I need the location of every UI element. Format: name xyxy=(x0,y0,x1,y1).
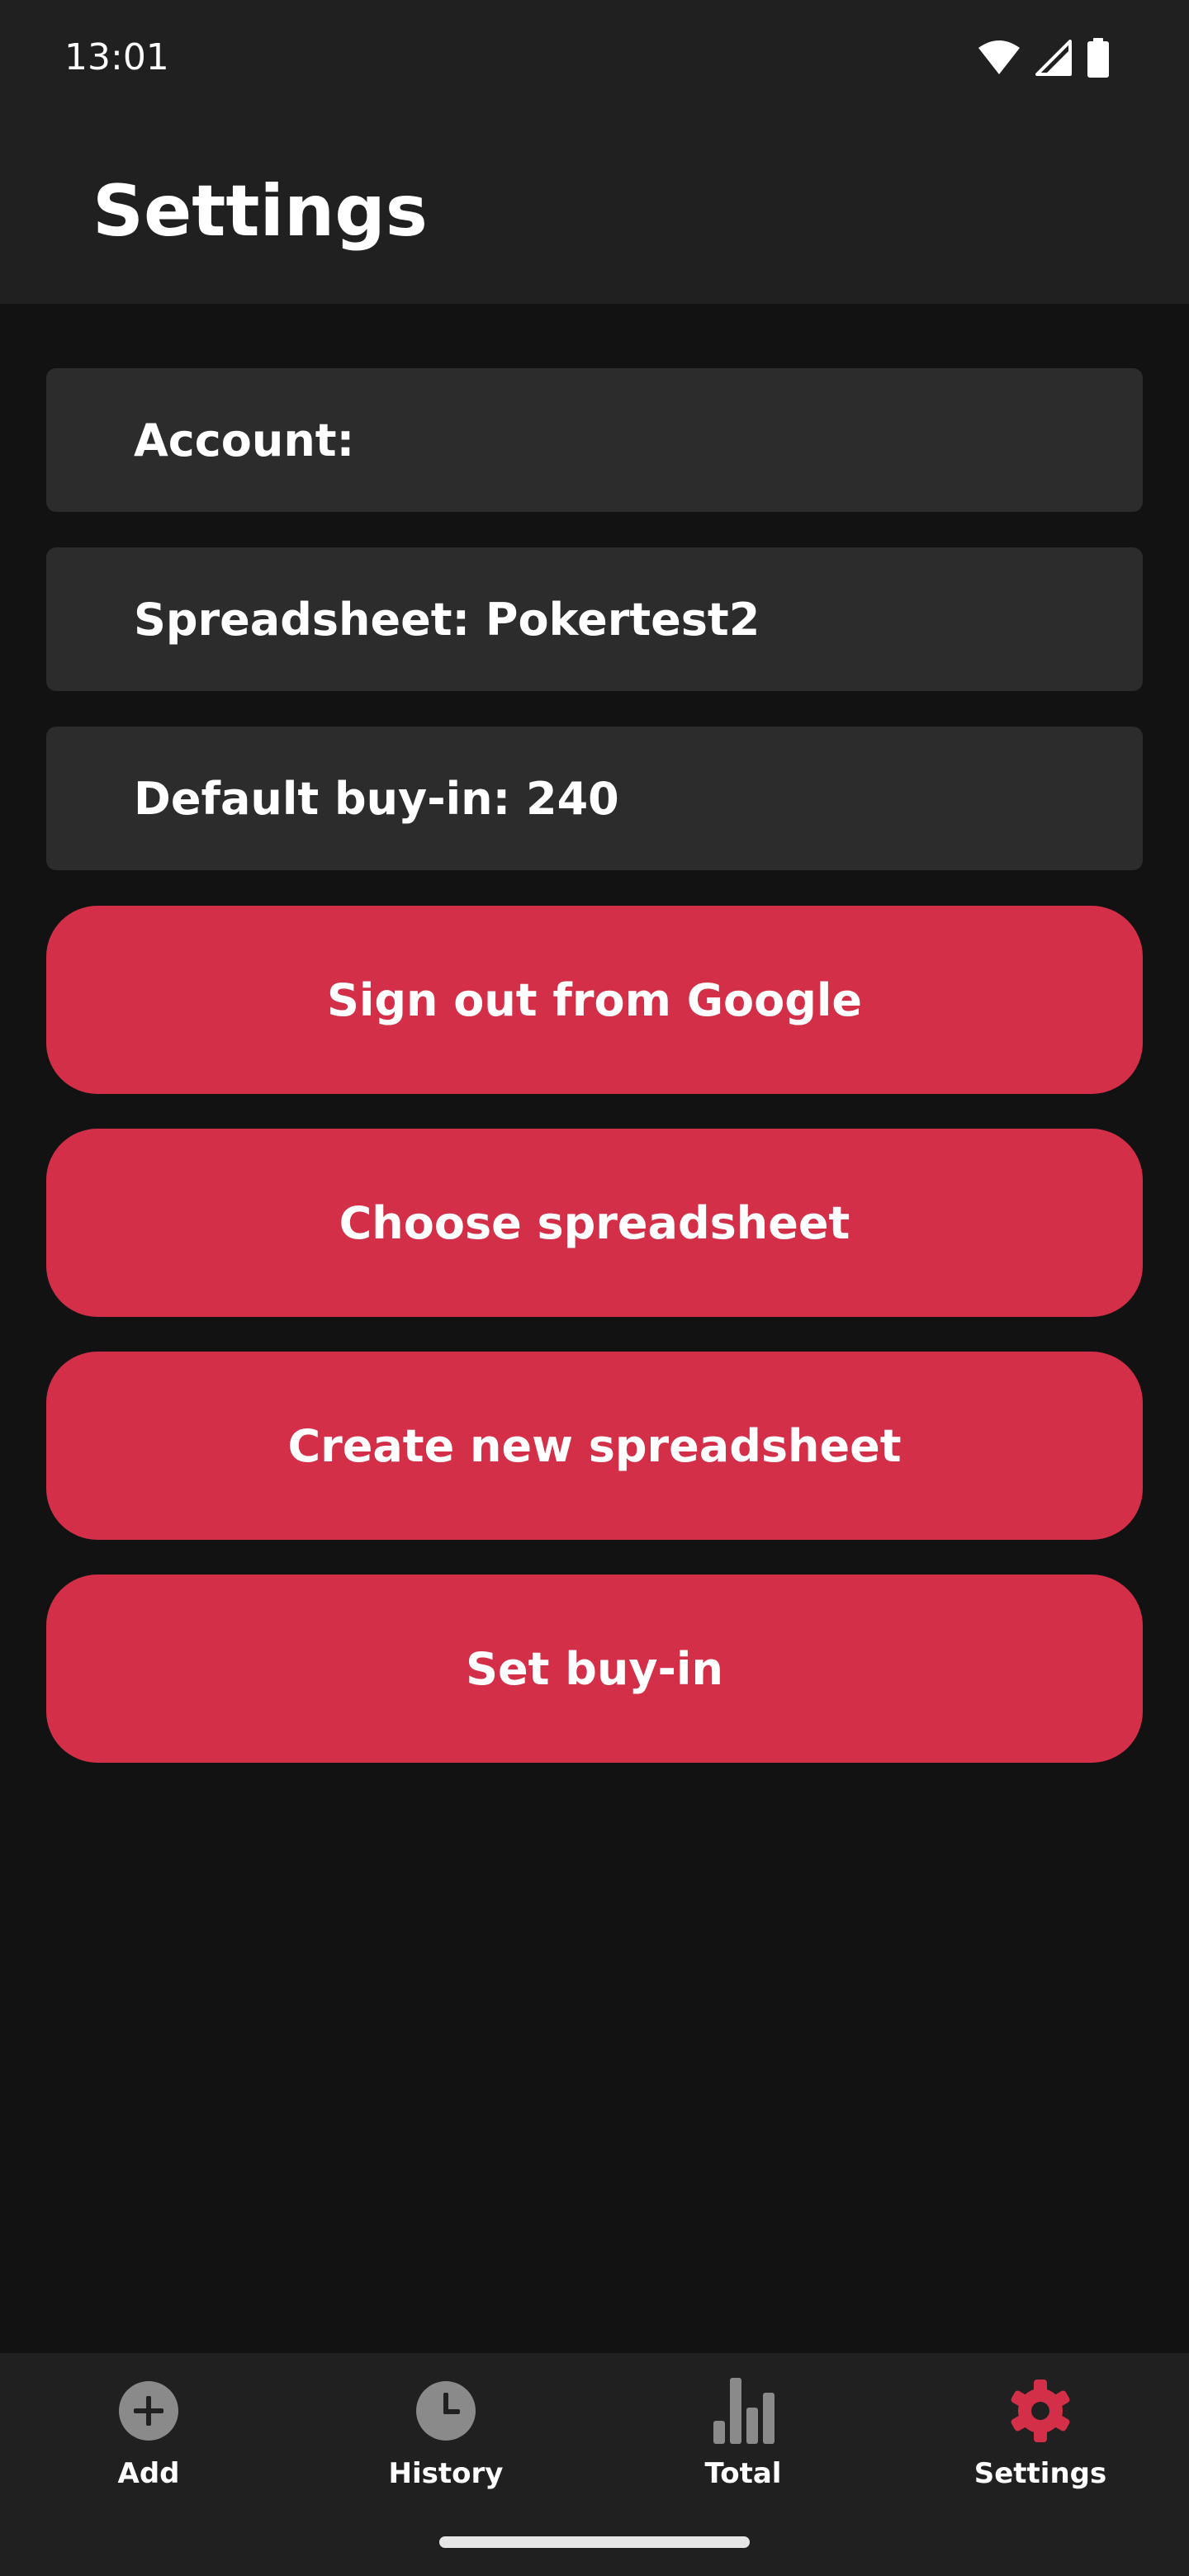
nav-label-history: History xyxy=(388,2457,504,2490)
account-row: Account: xyxy=(46,368,1143,512)
home-indicator[interactable] xyxy=(439,2536,750,2548)
default-buy-in-row: Default buy-in: 240 xyxy=(46,727,1143,870)
settings-screen: 13:01 Settings Account: Spreadsheet: Pok… xyxy=(0,0,1189,2576)
account-label: Account: xyxy=(134,414,371,466)
nav-label-total: Total xyxy=(704,2457,782,2490)
status-icons xyxy=(978,36,1110,79)
status-time: 13:01 xyxy=(64,36,169,78)
nav-item-total[interactable]: Total xyxy=(594,2378,892,2518)
nav-item-history[interactable]: History xyxy=(297,2378,594,2518)
gear-icon xyxy=(1007,2378,1073,2444)
spreadsheet-row: Spreadsheet: Pokertest2 xyxy=(46,547,1143,691)
battery-icon xyxy=(1087,38,1109,78)
spreadsheet-label: Spreadsheet: Pokertest2 xyxy=(134,593,760,646)
create-spreadsheet-button[interactable]: Create new spreadsheet xyxy=(46,1352,1143,1540)
nav-item-add[interactable]: Add xyxy=(0,2378,297,2518)
set-buy-in-button[interactable]: Set buy-in xyxy=(46,1574,1143,1763)
wifi-icon xyxy=(978,40,1020,74)
clock-icon xyxy=(413,2378,479,2444)
default-buy-in-label: Default buy-in: 240 xyxy=(134,772,619,825)
nav-label-add: Add xyxy=(117,2457,180,2490)
plus-circle-icon xyxy=(116,2378,182,2444)
sign-out-button[interactable]: Sign out from Google xyxy=(46,906,1143,1094)
app-bar: 13:01 Settings xyxy=(0,0,1189,304)
nav-item-settings[interactable]: Settings xyxy=(892,2378,1189,2518)
bar-chart-icon xyxy=(710,2378,776,2444)
nav-label-settings: Settings xyxy=(973,2457,1107,2490)
choose-spreadsheet-button[interactable]: Choose spreadsheet xyxy=(46,1129,1143,1317)
cellular-signal-icon xyxy=(1035,40,1072,76)
page-title: Settings xyxy=(92,170,428,253)
